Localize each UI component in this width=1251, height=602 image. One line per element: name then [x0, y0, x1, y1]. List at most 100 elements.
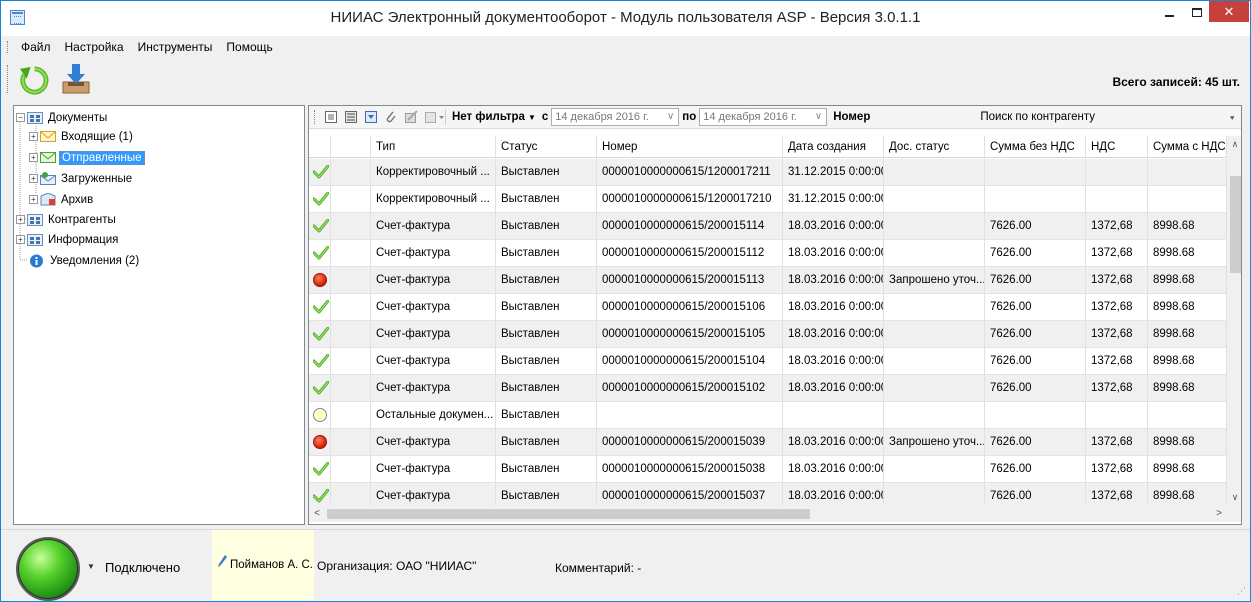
column-header-sum-vat[interactable]: Сумма с НДС	[1148, 136, 1227, 157]
cell-doc-status	[884, 294, 985, 320]
sign-document-icon[interactable]	[403, 109, 419, 125]
refresh-icon[interactable]	[19, 65, 50, 96]
expand-icon[interactable]: +	[16, 215, 25, 224]
tree-item-loaded[interactable]: + Загруженные	[29, 170, 134, 187]
document-download-icon[interactable]	[363, 109, 379, 125]
chevron-down-icon[interactable]: ∨	[815, 109, 822, 125]
number-search-label[interactable]: Номер	[833, 111, 870, 123]
table-row[interactable]: Остальные докумен... Выставлен	[309, 402, 1227, 429]
collapse-icon[interactable]: −	[16, 113, 25, 122]
folder-grid-icon	[27, 213, 43, 226]
filter-dropdown[interactable]: Нет фильтра	[452, 111, 525, 123]
tree-item-notifications[interactable]: Уведомления (2)	[29, 252, 141, 269]
column-header-icon[interactable]	[309, 136, 331, 157]
maximize-button[interactable]	[1185, 1, 1209, 23]
table-row[interactable]: Счет-фактура Выставлен 0000010000000615/20…	[309, 240, 1227, 267]
horizontal-scrollbar[interactable]: < >	[309, 505, 1227, 522]
attachment-icon[interactable]	[383, 109, 399, 125]
column-header-flag[interactable]	[331, 136, 371, 157]
overflow-chevron-icon[interactable]: ⯆	[1229, 114, 1237, 123]
grid-body: Корректировочный ... Выставлен 00000100000…	[309, 159, 1227, 505]
cell-created: 18.03.2016 0:00:00	[783, 483, 884, 505]
table-row[interactable]: Счет-фактура Выставлен 0000010000000615/20…	[309, 267, 1227, 294]
tree-item-incoming[interactable]: + Входящие (1)	[29, 128, 135, 145]
vertical-scrollbar[interactable]: ∧ ∨	[1227, 136, 1241, 505]
menu-tools[interactable]: Инструменты	[131, 40, 220, 54]
column-header-doc-status[interactable]: Дос. статус	[884, 136, 985, 157]
cell-number: 0000010000000615/1200017210	[597, 186, 783, 212]
column-header-number[interactable]: Номер	[597, 136, 783, 157]
expand-icon[interactable]: +	[29, 174, 38, 183]
scroll-down-icon[interactable]: ∨	[1227, 489, 1241, 505]
expand-icon[interactable]: +	[29, 132, 38, 141]
cell-flag	[331, 483, 371, 505]
scroll-up-icon[interactable]: ∧	[1227, 136, 1241, 152]
envelope-in-icon	[40, 130, 56, 143]
title-bar[interactable]: НИИАС Электронный документооборот - Моду…	[1, 1, 1250, 36]
column-header-status[interactable]: Статус	[496, 136, 597, 157]
expand-icon[interactable]: +	[16, 235, 25, 244]
column-header-vat[interactable]: НДС	[1086, 136, 1148, 157]
menu-settings[interactable]: Настройка	[58, 40, 131, 54]
date-from-picker[interactable]: 14 декабря 2016 г. ∨	[551, 108, 680, 126]
tree-item-information[interactable]: + Информация	[16, 231, 120, 248]
toolbar-grip[interactable]	[7, 65, 9, 93]
grid-header: Тип Статус Номер Дата создания Дос. стат…	[309, 136, 1227, 158]
menu-file[interactable]: Файл	[14, 40, 58, 54]
table-row[interactable]: Корректировочный ... Выставлен 00000100000…	[309, 186, 1227, 213]
table-row[interactable]: Счет-фактура Выставлен 0000010000000615/20…	[309, 429, 1227, 456]
date-to-picker[interactable]: 14 декабря 2016 г. ∨	[699, 108, 828, 126]
close-button[interactable]: ✕	[1209, 1, 1249, 22]
table-row[interactable]: Счет-фактура Выставлен 0000010000000615/20…	[309, 294, 1227, 321]
yellow-status-icon	[313, 408, 327, 422]
cell-number: 0000010000000615/200015038	[597, 456, 783, 482]
check-icon	[312, 191, 330, 206]
column-header-sum-no-vat[interactable]: Сумма без НДС	[985, 136, 1086, 157]
expand-icon[interactable]: +	[29, 195, 38, 204]
cell-number: 0000010000000615/200015106	[597, 294, 783, 320]
red-status-icon	[313, 435, 327, 449]
tree-item-label: Загруженные	[61, 172, 133, 185]
chevron-down-icon[interactable]: ▼	[87, 562, 95, 571]
table-row[interactable]: Счет-фактура Выставлен 0000010000000615/20…	[309, 213, 1227, 240]
tree-item-archive[interactable]: + Архив	[29, 191, 95, 208]
column-header-type[interactable]: Тип	[371, 136, 496, 157]
filter-toolbar-grip[interactable]	[314, 110, 316, 124]
cell-flag	[331, 402, 371, 428]
cell-type: Остальные докумен...	[371, 402, 496, 428]
table-row[interactable]: Корректировочный ... Выставлен 00000100000…	[309, 159, 1227, 186]
scroll-left-icon[interactable]: <	[309, 505, 325, 522]
scroll-right-icon[interactable]: >	[1211, 505, 1227, 522]
menu-help[interactable]: Помощь	[219, 40, 279, 54]
cell-sum-vat: 8998.68	[1148, 267, 1227, 293]
connection-status-light-icon[interactable]	[16, 537, 80, 601]
tree-item-sent[interactable]: + Отправленные	[29, 149, 145, 166]
cell-sum-vat: 8998.68	[1148, 429, 1227, 455]
chevron-down-icon[interactable]: ▼	[528, 113, 536, 122]
minimize-button[interactable]	[1153, 1, 1185, 23]
download-inbox-icon[interactable]	[59, 62, 93, 96]
view-list-icon[interactable]	[323, 109, 339, 125]
chevron-down-icon[interactable]: ∨	[667, 109, 674, 125]
menu-grip[interactable]	[7, 41, 9, 53]
cell-vat: 1372,68	[1086, 294, 1148, 320]
scroll-thumb[interactable]	[1230, 176, 1241, 273]
table-row[interactable]: Счет-фактура Выставлен 0000010000000615/20…	[309, 348, 1227, 375]
tree-item-documents[interactable]: − Документы	[16, 109, 109, 126]
column-header-created[interactable]: Дата создания	[783, 136, 884, 157]
cell-doc-status	[884, 213, 985, 239]
contractor-search-button[interactable]: Поиск по контрагенту	[980, 111, 1095, 123]
cell-status: Выставлен	[496, 483, 597, 505]
cell-doc-status	[884, 321, 985, 347]
view-details-icon[interactable]	[343, 109, 359, 125]
scroll-thumb[interactable]	[327, 509, 810, 519]
resize-grip-icon[interactable]: ⋰	[1237, 586, 1246, 597]
expand-icon[interactable]: +	[29, 153, 38, 162]
table-row[interactable]: Счет-фактура Выставлен 0000010000000615/20…	[309, 375, 1227, 402]
cell-status-icon	[309, 402, 331, 428]
print-menu-icon[interactable]	[423, 109, 444, 125]
table-row[interactable]: Счет-фактура Выставлен 0000010000000615/20…	[309, 321, 1227, 348]
tree-item-contractors[interactable]: + Контрагенты	[16, 211, 118, 228]
table-row[interactable]: Счет-фактура Выставлен 0000010000000615/20…	[309, 483, 1227, 505]
table-row[interactable]: Счет-фактура Выставлен 0000010000000615/20…	[309, 456, 1227, 483]
